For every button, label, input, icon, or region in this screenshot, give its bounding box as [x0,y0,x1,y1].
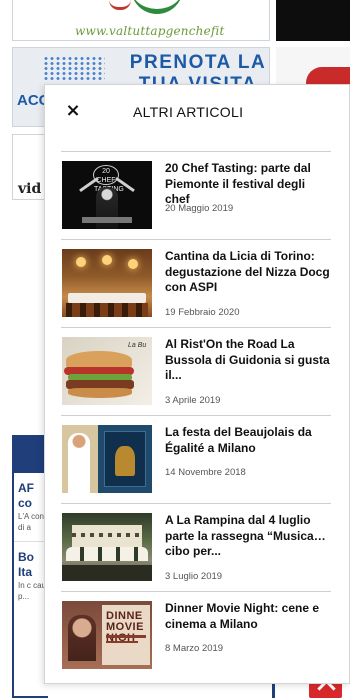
logo-swoosh-red [109,0,131,10]
article-date: 20 Maggio 2019 [165,203,234,214]
panel-header: × ALTRI ARTICOLI [45,85,349,141]
dots-logo-icon [43,56,105,82]
close-icon[interactable]: × [63,101,83,121]
left-news-column: AF co L'A con di a Bo Ita In c cau p... [12,435,48,698]
article-title[interactable]: Dinner Movie Night: cene e cinema a Mila… [165,601,333,632]
thumbnail-badge: 20 CHEF TASTING [93,165,124,193]
logo-swoosh-green [131,0,183,14]
article-title[interactable]: La festa del Beaujolais da Égalité a Mil… [165,425,333,456]
video-box-label: vid [18,181,42,197]
chef-figure [68,433,90,493]
article-title[interactable]: A La Rampina dal 4 luglio parte la rasse… [165,513,333,560]
article-title[interactable]: 20 Chef Tasting: parte dal Piemonte il f… [165,161,333,208]
article-date: 3 Luglio 2019 [165,571,223,582]
article-thumbnail[interactable]: 20 CHEF TASTING [62,161,152,229]
article-item[interactable]: 20 CHEF TASTING 20 Chef Tasting: parte d… [61,151,331,239]
article-title[interactable]: Cantina da Licia di Torino: degustazione… [165,249,333,296]
article-item[interactable]: A La Rampina dal 4 luglio parte la rasse… [61,503,331,591]
article-date: 19 Febbraio 2020 [165,307,240,318]
left-column-header [14,437,48,473]
top-ad-banner[interactable]: www.valtuttapgenchefit [12,0,270,41]
article-date: 14 Novembre 2018 [165,467,246,478]
article-date: 8 Marzo 2019 [165,643,224,654]
article-thumbnail[interactable]: La Bu [62,337,152,405]
article-list: 20 CHEF TASTING 20 Chef Tasting: parte d… [61,151,331,679]
article-thumbnail[interactable] [62,513,152,581]
list-item[interactable]: Bo Ita In c cau p... [14,542,48,602]
article-date: 3 Aprile 2019 [165,395,221,406]
article-item[interactable]: La festa del Beaujolais da Égalité a Mil… [61,415,331,503]
list-item[interactable]: AF co L'A con di a [14,473,48,533]
related-articles-panel: × ALTRI ARTICOLI 20 CHEF TASTING 20 Chef… [44,84,350,684]
article-item[interactable]: Cantina da Licia di Torino: degustazione… [61,239,331,327]
article-thumbnail[interactable] [62,425,152,493]
article-title[interactable]: Al Rist'On the Road La Bussola di Guidon… [165,337,333,384]
article-item[interactable]: DINNE MOVIE NIGH Dinner Movie Night: cen… [61,591,331,679]
article-item[interactable]: La Bu Al Rist'On the Road La Bussola di … [61,327,331,415]
article-thumbnail[interactable] [62,249,152,317]
top-right-ad[interactable] [276,0,350,41]
panel-title: ALTRI ARTICOLI [133,104,244,120]
article-thumbnail[interactable]: DINNE MOVIE NIGH [62,601,152,669]
event-poster [104,431,146,487]
thumbnail-logo: La Bu [128,342,147,349]
poster-text: DINNE MOVIE NIGH [106,610,144,644]
top-banner-url: www.valtuttapgenchefit [75,24,225,38]
event-poster: DINNE MOVIE NIGH [102,605,150,665]
